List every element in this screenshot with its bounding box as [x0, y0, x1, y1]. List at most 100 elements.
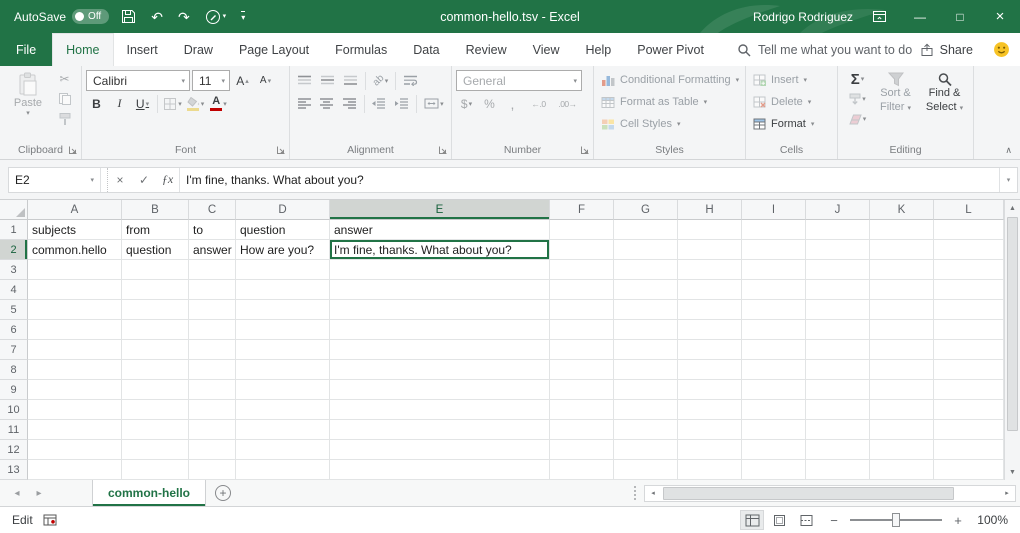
column-header-E[interactable]: E — [330, 200, 550, 220]
cell-J7[interactable] — [806, 340, 870, 360]
column-header-H[interactable]: H — [678, 200, 742, 220]
cell-F11[interactable] — [550, 420, 614, 440]
cell-B7[interactable] — [122, 340, 189, 360]
minimize-button[interactable]: — — [900, 0, 940, 33]
cell-L1[interactable] — [934, 220, 1004, 240]
cell-J5[interactable] — [806, 300, 870, 320]
cell-C6[interactable] — [189, 320, 236, 340]
cell-L12[interactable] — [934, 440, 1004, 460]
cell-B8[interactable] — [122, 360, 189, 380]
maximize-button[interactable]: □ — [940, 0, 980, 33]
percent-style-button[interactable]: % — [479, 93, 500, 114]
column-header-A[interactable]: A — [28, 200, 122, 220]
macro-record-button[interactable] — [43, 514, 57, 526]
cell-F12[interactable] — [550, 440, 614, 460]
column-header-J[interactable]: J — [806, 200, 870, 220]
cell-D9[interactable] — [236, 380, 330, 400]
cell-A7[interactable] — [28, 340, 122, 360]
cell-A4[interactable] — [28, 280, 122, 300]
zoom-slider[interactable] — [850, 512, 942, 528]
cell-B4[interactable] — [122, 280, 189, 300]
ribbon-tab-review[interactable]: Review — [453, 33, 520, 66]
cell-K3[interactable] — [870, 260, 934, 280]
cell-I2[interactable] — [742, 240, 806, 260]
cell-K4[interactable] — [870, 280, 934, 300]
row-header-5[interactable]: 5 — [0, 300, 28, 320]
cell-L3[interactable] — [934, 260, 1004, 280]
cell-D8[interactable] — [236, 360, 330, 380]
page-layout-view-button[interactable] — [767, 510, 791, 530]
ribbon-tab-formulas[interactable]: Formulas — [322, 33, 400, 66]
cell-F2[interactable] — [550, 240, 614, 260]
cell-A12[interactable] — [28, 440, 122, 460]
find-select-button[interactable]: Find & Select ▾ — [920, 69, 969, 141]
cell-C13[interactable] — [189, 460, 236, 480]
cell-J12[interactable] — [806, 440, 870, 460]
cell-A10[interactable] — [28, 400, 122, 420]
cell-C7[interactable] — [189, 340, 236, 360]
autosave-switch[interactable]: Off — [72, 9, 109, 24]
scroll-down-button[interactable]: ▼ — [1005, 464, 1020, 480]
ribbon-tab-draw[interactable]: Draw — [171, 33, 226, 66]
cell-K8[interactable] — [870, 360, 934, 380]
name-box[interactable]: E2 ▾ — [9, 168, 101, 192]
cell-L8[interactable] — [934, 360, 1004, 380]
delete-cells-button[interactable]: Delete ▾ — [750, 91, 814, 113]
cell-D12[interactable] — [236, 440, 330, 460]
cell-A13[interactable] — [28, 460, 122, 480]
format-cells-button[interactable]: Format ▾ — [750, 113, 817, 135]
cell-G9[interactable] — [614, 380, 678, 400]
cell-K2[interactable] — [870, 240, 934, 260]
cell-I10[interactable] — [742, 400, 806, 420]
cell-I8[interactable] — [742, 360, 806, 380]
user-name[interactable]: Rodrigo Rodriguez — [753, 10, 853, 24]
cell-F13[interactable] — [550, 460, 614, 480]
cell-L10[interactable] — [934, 400, 1004, 420]
redo-button[interactable]: ↷ — [175, 8, 193, 26]
cell-L11[interactable] — [934, 420, 1004, 440]
font-color-button[interactable]: A ▾ — [208, 93, 229, 114]
cell-F9[interactable] — [550, 380, 614, 400]
cell-J10[interactable] — [806, 400, 870, 420]
paste-button[interactable]: Paste ▾ — [4, 69, 52, 141]
cell-G8[interactable] — [614, 360, 678, 380]
cell-L4[interactable] — [934, 280, 1004, 300]
cell-H1[interactable] — [678, 220, 742, 240]
cell-G13[interactable] — [614, 460, 678, 480]
column-header-B[interactable]: B — [122, 200, 189, 220]
collapse-ribbon-button[interactable]: ∧ — [1005, 145, 1012, 156]
page-break-preview-button[interactable] — [794, 510, 818, 530]
increase-indent-button[interactable] — [391, 93, 412, 114]
cell-C1[interactable]: to — [189, 220, 236, 240]
middle-align-button[interactable] — [317, 70, 338, 91]
ribbon-tab-data[interactable]: Data — [400, 33, 452, 66]
cell-C12[interactable] — [189, 440, 236, 460]
row-header-1[interactable]: 1 — [0, 220, 28, 240]
increase-decimal-button[interactable]: ←.0 — [525, 93, 552, 114]
cell-E8[interactable] — [330, 360, 550, 380]
cell-K11[interactable] — [870, 420, 934, 440]
cell-B3[interactable] — [122, 260, 189, 280]
cell-F4[interactable] — [550, 280, 614, 300]
ribbon-tab-view[interactable]: View — [520, 33, 573, 66]
undo-button[interactable]: ↶ — [148, 8, 166, 26]
copy-button[interactable] — [54, 89, 75, 109]
cell-E6[interactable] — [330, 320, 550, 340]
cell-J13[interactable] — [806, 460, 870, 480]
cell-H3[interactable] — [678, 260, 742, 280]
cell-D3[interactable] — [236, 260, 330, 280]
italic-button[interactable]: I — [109, 93, 130, 114]
fill-color-button[interactable]: ▾ — [185, 93, 206, 114]
cell-I1[interactable] — [742, 220, 806, 240]
cell-J11[interactable] — [806, 420, 870, 440]
cell-C9[interactable] — [189, 380, 236, 400]
number-dialog-launcher[interactable] — [579, 144, 590, 155]
cell-L13[interactable] — [934, 460, 1004, 480]
cell-F8[interactable] — [550, 360, 614, 380]
cell-G2[interactable] — [614, 240, 678, 260]
vertical-scroll-thumb[interactable] — [1007, 217, 1018, 431]
cell-B13[interactable] — [122, 460, 189, 480]
cell-E9[interactable] — [330, 380, 550, 400]
cell-L6[interactable] — [934, 320, 1004, 340]
cell-E13[interactable] — [330, 460, 550, 480]
